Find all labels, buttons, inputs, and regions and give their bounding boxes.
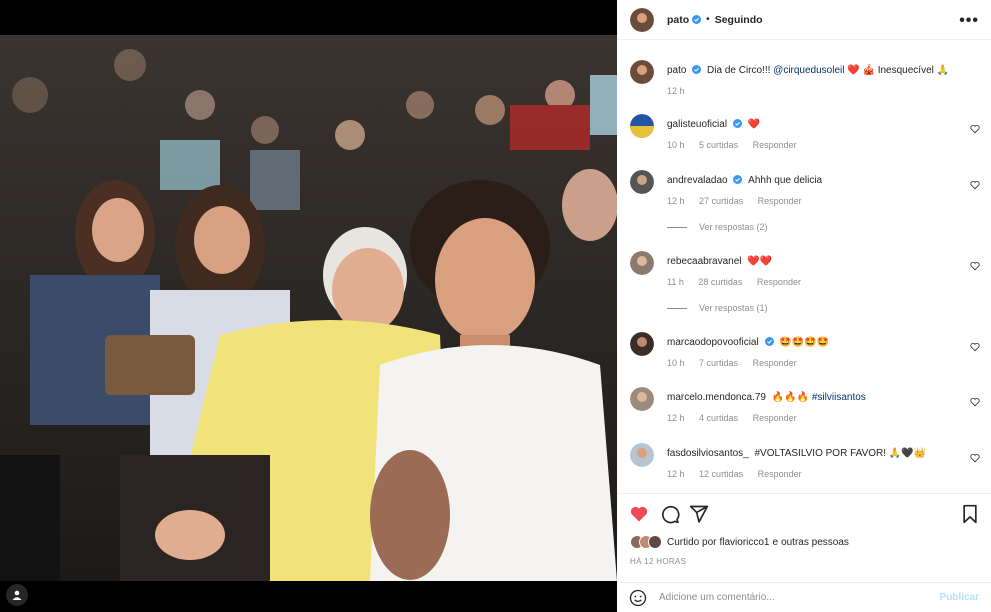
verified-badge-icon (764, 337, 774, 346)
comment-time: 12 h (667, 413, 685, 423)
likes-others[interactable]: outras pessoas (781, 537, 849, 548)
comment-username[interactable]: marcaodopovooficial (667, 337, 759, 348)
user-tag-icon (12, 590, 22, 600)
comment-time: 10 h (667, 140, 685, 150)
comment-time: 12 h (667, 196, 685, 206)
view-replies-button[interactable]: Ver respostas (1) (667, 303, 768, 313)
caption-text-after: ❤️ 🎪 Inesquecível 🙏 (844, 65, 950, 76)
likes-prefix: Curtido por (667, 536, 717, 548)
add-comment-bar: Adicione um comentário... Publicar (617, 582, 991, 612)
reply-button[interactable]: Responder (753, 413, 797, 423)
comment-username[interactable]: rebecaabravanel (667, 256, 742, 267)
emoji-icon[interactable] (629, 589, 647, 607)
commenter-avatar[interactable] (630, 387, 654, 411)
reply-button[interactable]: Responder (753, 140, 797, 150)
commenter-avatar[interactable] (630, 170, 654, 194)
post-actions-bar (617, 493, 991, 533)
comment-likes[interactable]: 4 curtidas (699, 413, 738, 423)
comment-username[interactable]: marcelo.mendonca.79 (667, 392, 766, 403)
comment-username[interactable]: galisteuoficial (667, 119, 727, 130)
comment-likes[interactable]: 27 curtidas (699, 196, 743, 206)
reply-button[interactable]: Responder (753, 358, 797, 368)
like-comment-icon[interactable] (970, 180, 980, 190)
commenter-avatar[interactable] (630, 332, 654, 356)
likes-summary[interactable]: Curtido por flavioricco1 e outras pessoa… (630, 533, 849, 551)
following-button[interactable]: Seguindo (715, 14, 763, 26)
verified-badge-icon (692, 15, 702, 24)
separator-dot: • (706, 14, 710, 25)
author-avatar[interactable] (630, 7, 654, 32)
caption-username[interactable]: pato (667, 65, 686, 76)
like-comment-icon[interactable] (970, 397, 980, 407)
comment-text: 🔥🔥🔥 (771, 392, 810, 403)
author-username[interactable]: pato (667, 14, 689, 26)
comment-likes[interactable]: 28 curtidas (698, 277, 742, 287)
like-comment-icon[interactable] (970, 453, 980, 463)
post-photo[interactable] (0, 35, 617, 581)
post-timestamp: HÁ 12 HORAS (630, 557, 687, 566)
like-comment-icon[interactable] (970, 261, 980, 271)
view-replies-label: Ver respostas (2) (699, 222, 768, 232)
comments-list: pato Dia de Circo!!! @cirquedusoleil ❤️ … (617, 41, 991, 493)
caption-text: Dia de Circo!!! (707, 65, 774, 76)
comment-text: ❤️❤️ (747, 256, 773, 267)
comment-username[interactable]: andrevaladao (667, 175, 728, 186)
comment-likes[interactable]: 5 curtidas (699, 140, 738, 150)
comment-hashtag[interactable]: #VOLTASILVIO (755, 448, 823, 459)
liker-avatar (648, 535, 662, 549)
comment-username[interactable]: fasdosilviosantos_ (667, 448, 749, 459)
post-media-panel (0, 0, 617, 612)
comment-likes[interactable]: 7 curtidas (699, 358, 738, 368)
comment-text: ❤️ (747, 119, 761, 130)
verified-badge-icon (692, 65, 702, 74)
tagged-users-button[interactable] (6, 584, 28, 606)
reply-button[interactable]: Responder (758, 469, 802, 479)
reply-button[interactable]: Responder (758, 196, 802, 206)
like-comment-icon[interactable] (970, 124, 980, 134)
commenter-avatar[interactable] (630, 114, 654, 138)
comment-time: 10 h (667, 358, 685, 368)
post-header: pato • Seguindo ••• (617, 0, 991, 40)
comment-time: 11 h (667, 277, 684, 287)
view-replies-button[interactable]: Ver respostas (2) (667, 222, 768, 232)
reply-button[interactable]: Responder (757, 277, 801, 287)
caption-mention[interactable]: @cirquedusoleil (773, 65, 844, 76)
like-comment-icon[interactable] (970, 342, 980, 352)
comment-text: POR FAVOR! 🙏🖤👑 (825, 448, 927, 459)
heart-filled-icon[interactable] (629, 504, 649, 524)
comment-icon[interactable] (660, 504, 680, 524)
post-details-panel: pato • Seguindo ••• pato Dia de Circo!!!… (617, 0, 991, 612)
likes-middle: e (772, 536, 779, 548)
publish-button[interactable]: Publicar (940, 592, 979, 603)
caption-time: 12 h (667, 86, 685, 96)
verified-badge-icon (732, 119, 742, 128)
comment-input[interactable]: Adicione um comentário... (659, 592, 940, 603)
comment-text: Ahhh que delicia (748, 175, 823, 186)
more-options-icon[interactable]: ••• (959, 12, 979, 30)
view-replies-label: Ver respostas (1) (699, 303, 768, 313)
likes-user[interactable]: flavioricco1 (719, 537, 769, 548)
bookmark-icon[interactable] (961, 504, 979, 524)
share-icon[interactable] (689, 504, 709, 524)
comment-text: 🤩🤩🤩🤩 (779, 337, 830, 348)
comment-hashtag[interactable]: #silviisantos (812, 392, 866, 403)
author-avatar[interactable] (630, 60, 654, 84)
commenter-avatar[interactable] (630, 251, 654, 275)
verified-badge-icon (733, 175, 743, 184)
comment-time: 12 h (667, 469, 685, 479)
commenter-avatar[interactable] (630, 443, 654, 467)
comment-likes[interactable]: 12 curtidas (699, 469, 743, 479)
